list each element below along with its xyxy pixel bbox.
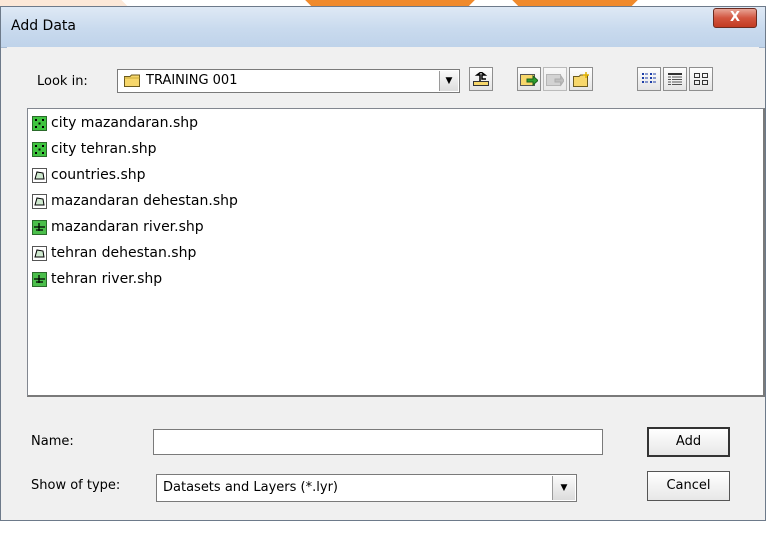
list-item[interactable]: tehran river.shp — [32, 269, 162, 289]
list-item[interactable]: tehran dehestan.shp — [32, 243, 196, 263]
list-view-button[interactable] — [637, 67, 661, 91]
point-shapefile-icon — [32, 141, 47, 157]
details-view-icon — [668, 73, 682, 85]
up-one-level-icon — [473, 72, 489, 86]
details-view-button[interactable] — [663, 67, 687, 91]
line-shapefile-icon — [32, 219, 47, 235]
file-name: city mazandaran.shp — [51, 115, 199, 131]
name-input[interactable] — [153, 429, 603, 455]
chevron-down-icon[interactable]: ▼ — [552, 476, 575, 500]
line-shapefile-icon — [32, 271, 47, 287]
look-in-combo[interactable]: TRAINING 001 ▼ — [117, 69, 460, 93]
name-label: Name: — [31, 434, 74, 449]
new-folder-icon — [572, 71, 589, 87]
list-view-icon — [642, 73, 656, 83]
disconnect-folder-button[interactable] — [543, 67, 567, 91]
show-of-type-combo[interactable]: Datasets and Layers (*.lyr) ▼ — [156, 474, 577, 502]
list-item[interactable]: countries.shp — [32, 165, 146, 185]
up-one-level-button[interactable] — [469, 67, 493, 91]
file-list[interactable]: city mazandaran.shp city tehran.shp coun… — [27, 108, 765, 397]
dialog-title: Add Data — [11, 18, 76, 34]
polygon-shapefile-icon — [32, 193, 47, 209]
file-name: mazandaran river.shp — [51, 219, 204, 235]
file-name: tehran dehestan.shp — [51, 245, 197, 261]
show-of-type-value: Datasets and Layers (*.lyr) — [163, 480, 338, 495]
list-item[interactable]: mazandaran river.shp — [32, 217, 204, 237]
title-bar[interactable]: Add Data X — [1, 7, 765, 48]
list-item[interactable]: mazandaran dehestan.shp — [32, 191, 238, 211]
close-button[interactable]: X — [713, 8, 757, 28]
connect-to-folder-icon — [520, 74, 538, 87]
look-in-value: TRAINING 001 — [146, 73, 238, 88]
cancel-button[interactable]: Cancel — [647, 471, 730, 501]
add-data-dialog: Add Data X Look in: TRAINING 001 ▼ city … — [0, 6, 766, 521]
polygon-shapefile-icon — [32, 167, 47, 183]
disconnect-folder-icon — [546, 74, 564, 87]
list-item[interactable]: city tehran.shp — [32, 139, 157, 159]
folder-icon — [124, 74, 140, 87]
file-name: city tehran.shp — [51, 141, 157, 157]
new-folder-button[interactable] — [569, 67, 593, 91]
file-name: tehran river.shp — [51, 271, 163, 287]
polygon-shapefile-icon — [32, 245, 47, 261]
thumbnails-view-icon — [694, 73, 708, 85]
add-button[interactable]: Add — [647, 427, 730, 457]
thumbnails-view-button[interactable] — [689, 67, 713, 91]
dialog-body: Look in: TRAINING 001 ▼ city mazandaran.… — [7, 47, 765, 514]
show-of-type-label: Show of type: — [31, 478, 121, 493]
file-name: mazandaran dehestan.shp — [51, 193, 238, 209]
point-shapefile-icon — [32, 115, 47, 131]
chevron-down-icon[interactable]: ▼ — [439, 71, 458, 91]
look-in-label: Look in: — [37, 74, 88, 89]
list-item[interactable]: city mazandaran.shp — [32, 113, 198, 133]
connect-to-folder-button[interactable] — [517, 67, 541, 91]
file-name: countries.shp — [51, 167, 146, 183]
